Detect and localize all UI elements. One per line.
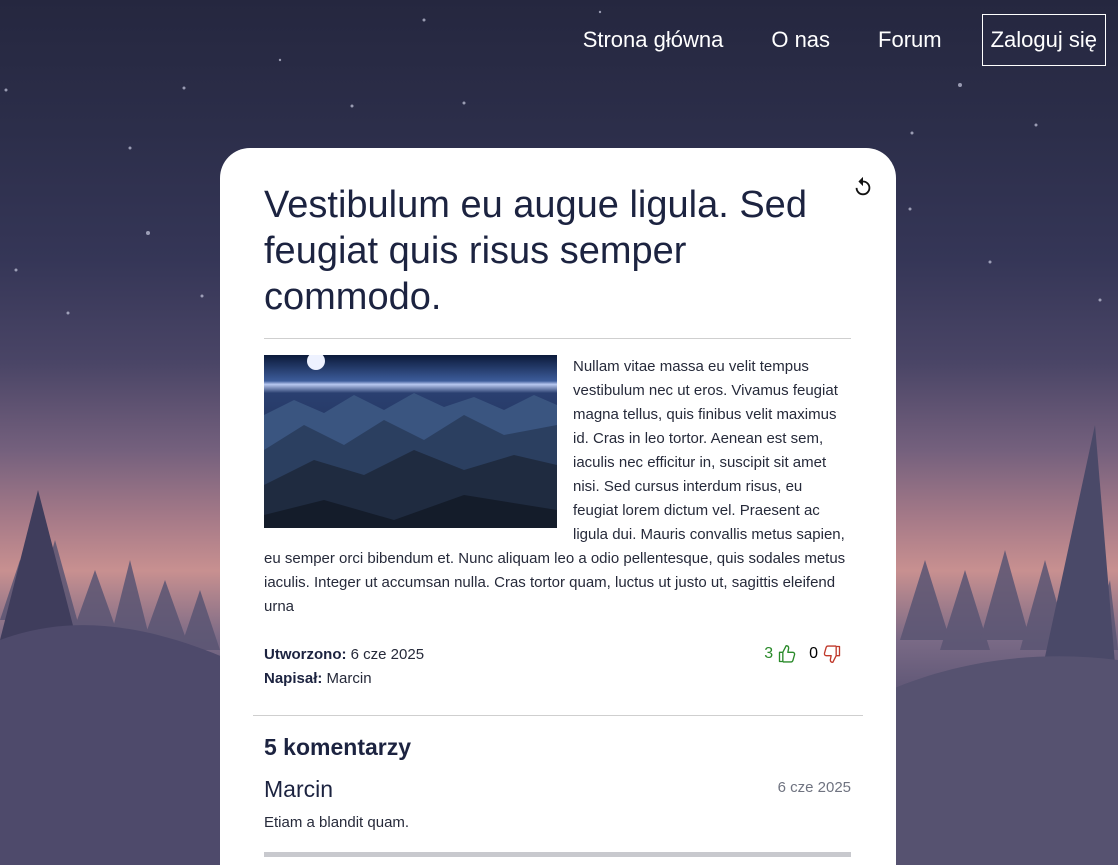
comment-text: Etiam a blandit quam. <box>264 814 410 831</box>
like-button[interactable] <box>777 644 797 664</box>
author-label: Napisał: <box>264 670 323 687</box>
nav-about-link[interactable]: O nas <box>747 17 854 63</box>
comment-date: 6 cze 2025 <box>777 779 851 796</box>
comment-author: Marcin <box>264 776 334 802</box>
comment-separator <box>264 852 851 857</box>
post-card: Vestibulum eu augue ligula. Sed feugiat … <box>220 148 896 865</box>
vote-controls: 3 0 <box>764 644 842 664</box>
like-count: 3 <box>764 645 774 662</box>
author-name: Marcin <box>326 670 372 687</box>
nav-home-link[interactable]: Strona główna <box>559 17 748 63</box>
author-row: Napisał: Marcin <box>264 667 424 691</box>
comments-divider <box>253 715 863 716</box>
hill-left <box>0 625 230 865</box>
created-date: 6 cze 2025 <box>350 646 425 663</box>
tree-large-left <box>0 490 78 645</box>
top-navigation: Strona główna O nas Forum Zaloguj się <box>559 14 1106 66</box>
nav-login-button[interactable]: Zaloguj się <box>981 14 1106 66</box>
post-image <box>264 355 557 528</box>
created-row: Utworzono: 6 cze 2025 <box>264 643 424 667</box>
nav-forum-link[interactable]: Forum <box>854 17 966 63</box>
dislike-count: 0 <box>809 645 818 662</box>
post-title: Vestibulum eu augue ligula. Sed feugiat … <box>264 184 807 318</box>
post-content: Nullam vitae massa eu velit tempus vesti… <box>264 355 851 619</box>
dislike-button[interactable] <box>822 644 842 664</box>
title-divider <box>264 338 851 339</box>
hill-right <box>890 656 1118 865</box>
thumbs-down-icon <box>823 645 841 663</box>
post-meta: Utworzono: 6 cze 2025 Napisał: Marcin <box>264 643 424 691</box>
comments-heading: 5 komentarzy <box>264 734 412 760</box>
thumbs-up-icon <box>778 645 796 663</box>
refresh-icon[interactable] <box>852 176 874 198</box>
created-label: Utworzono: <box>264 646 347 663</box>
comment-item: Marcin 6 cze 2025 Etiam a blandit quam. <box>264 776 851 831</box>
